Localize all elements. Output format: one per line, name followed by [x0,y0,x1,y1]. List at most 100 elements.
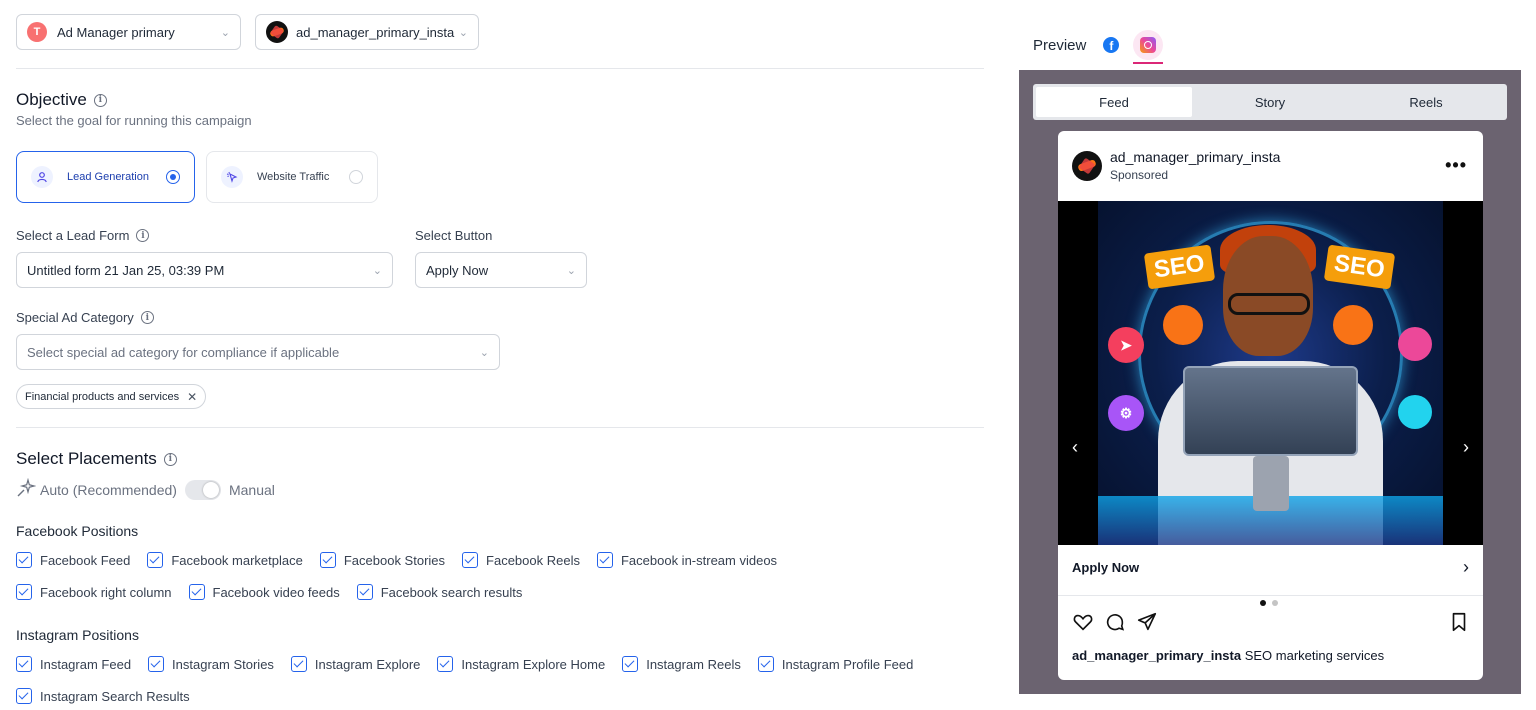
ad-account-label: Ad Manager primary [57,24,175,40]
more-icon[interactable]: ••• [1445,155,1467,176]
checkbox-label: Facebook Feed [40,552,131,568]
info-icon[interactable]: i [140,311,154,324]
preview-title: Preview [1033,36,1087,54]
checkbox[interactable] [148,656,165,672]
cta-button-value: Apply Now [426,262,489,278]
checkbox[interactable] [622,656,639,672]
post-actions [1072,611,1469,638]
checkbox[interactable] [16,688,32,704]
checkbox-label: Facebook in-stream videos [620,552,778,568]
objective-title: Objective i [16,90,107,110]
instagram-positions-row-1: Instagram Feed Instagram Stories Instagr… [16,656,930,672]
checkbox[interactable] [462,552,479,568]
checkbox[interactable] [16,552,32,568]
post-username: ad_manager_primary_insta [1110,149,1281,165]
ad-account-select[interactable]: T Ad Manager primary ⌄ [16,14,241,50]
bookmark-icon[interactable] [1449,611,1469,638]
checkbox[interactable] [757,656,774,672]
placements-title: Select Placements i [16,449,177,469]
ad-image-bubble [1398,327,1432,361]
checkbox-label: Facebook marketplace [171,552,303,568]
pager-dot [1272,600,1278,606]
checkbox-facebook-stories[interactable]: Facebook Stories [319,552,445,568]
instagram-tab[interactable] [1133,30,1164,64]
checkbox-facebook-right-column[interactable]: Facebook right column [16,584,172,600]
ad-image-bubble [1333,305,1373,345]
checkbox-instagram-stories[interactable]: Instagram Stories [148,656,274,672]
placement-mode: Auto (Recommended) Manual [16,477,275,501]
tab-feed[interactable]: Feed [1036,87,1192,117]
checkbox[interactable] [188,584,205,600]
checkbox-instagram-profile-feed[interactable]: Instagram Profile Feed [757,656,913,672]
page-select[interactable]: ad_manager_primary_insta ⌄ [255,14,479,50]
tab-story[interactable]: Story [1192,87,1348,117]
facebook-icon[interactable]: f [1103,37,1120,53]
checkbox-instagram-explore[interactable]: Instagram Explore [290,656,421,672]
checkbox-instagram-explore-home[interactable]: Instagram Explore Home [437,656,605,672]
instagram-icon [1140,37,1157,53]
radio-selected[interactable] [166,170,180,184]
checkbox-facebook-marketplace[interactable]: Facebook marketplace [147,552,303,568]
lead-form-label: Select a Lead Form i [16,228,150,243]
checkbox-facebook-instream[interactable]: Facebook in-stream videos [596,552,778,568]
facebook-positions-title: Facebook Positions [16,523,139,539]
checkbox-label: Instagram Reels [646,656,741,672]
checkbox-instagram-reels[interactable]: Instagram Reels [622,656,741,672]
comment-icon[interactable] [1104,611,1126,638]
checkbox[interactable] [319,552,336,568]
post-header: ad_manager_primary_insta Sponsored [1072,149,1280,182]
radio-unselected[interactable] [349,170,363,184]
checkbox[interactable] [356,584,373,600]
checkbox-facebook-video-feeds[interactable]: Facebook video feeds [188,584,340,600]
lead-form-value: Untitled form 21 Jan 25, 03:39 PM [27,262,225,278]
checkbox[interactable] [290,656,307,672]
checkbox[interactable] [16,584,32,600]
post-cta[interactable]: Apply Now › [1072,557,1469,578]
checkbox-label: Instagram Explore [314,656,421,672]
checkbox-facebook-reels[interactable]: Facebook Reels [462,552,580,568]
page-label: ad_manager_primary_insta [296,24,455,40]
objective-lead-generation[interactable]: Lead Generation [16,151,195,203]
checkbox[interactable] [437,656,454,672]
pager-dot-active [1260,600,1266,606]
heart-icon[interactable] [1072,611,1094,638]
objective-website-traffic[interactable]: Website Traffic [206,151,378,203]
checkbox-facebook-search-results[interactable]: Facebook search results [356,584,522,600]
checkbox-label: Instagram Stories [172,656,274,672]
lead-form-select[interactable]: Untitled form 21 Jan 25, 03:39 PM ⌄ [16,252,393,288]
chevron-left-icon[interactable]: ‹ [1072,437,1078,458]
info-icon[interactable]: i [93,93,107,107]
special-category-label-text: Special Ad Category [16,310,134,325]
info-icon[interactable]: i [163,452,177,466]
objective-subtitle: Select the goal for running this campaig… [16,113,252,128]
checkbox[interactable] [16,656,32,672]
select-button-label: Select Button [415,228,493,243]
send-icon[interactable] [1136,611,1158,638]
info-icon[interactable]: i [136,229,150,242]
objective-title-text: Objective [16,90,87,109]
ad-image-glasses [1228,293,1310,315]
checkbox[interactable] [596,552,613,568]
chevron-right-icon[interactable]: › [1463,437,1469,458]
placement-toggle[interactable] [184,479,221,500]
chevron-down-icon: ⌄ [458,26,468,39]
ad-image: SEO SEO ➤ ⚙ [1098,201,1443,545]
instagram-positions-row-2: Instagram Search Results [16,688,207,704]
checkbox-instagram-feed[interactable]: Instagram Feed [16,656,131,672]
checkbox-label: Instagram Feed [40,656,132,672]
tab-reels[interactable]: Reels [1348,87,1504,117]
ad-image-monitor [1183,366,1358,456]
checkbox-instagram-search-results[interactable]: Instagram Search Results [16,688,190,704]
manual-label: Manual [228,481,275,498]
objective-label: Lead Generation [67,171,149,183]
checkbox[interactable] [147,552,164,568]
facebook-positions-row-1: Facebook Feed Facebook marketplace Faceb… [16,552,794,568]
special-category-select[interactable]: Select special ad category for complianc… [16,334,500,370]
ad-image-stand [1253,456,1289,511]
close-icon[interactable]: ✕ [187,390,197,404]
checkbox-facebook-feed[interactable]: Facebook Feed [16,552,130,568]
checkbox-label: Facebook right column [40,584,172,600]
chip-label: Financial products and services [25,390,180,403]
cta-button-select[interactable]: Apply Now ⌄ [415,252,587,288]
checkbox-label: Facebook video feeds [212,584,340,600]
